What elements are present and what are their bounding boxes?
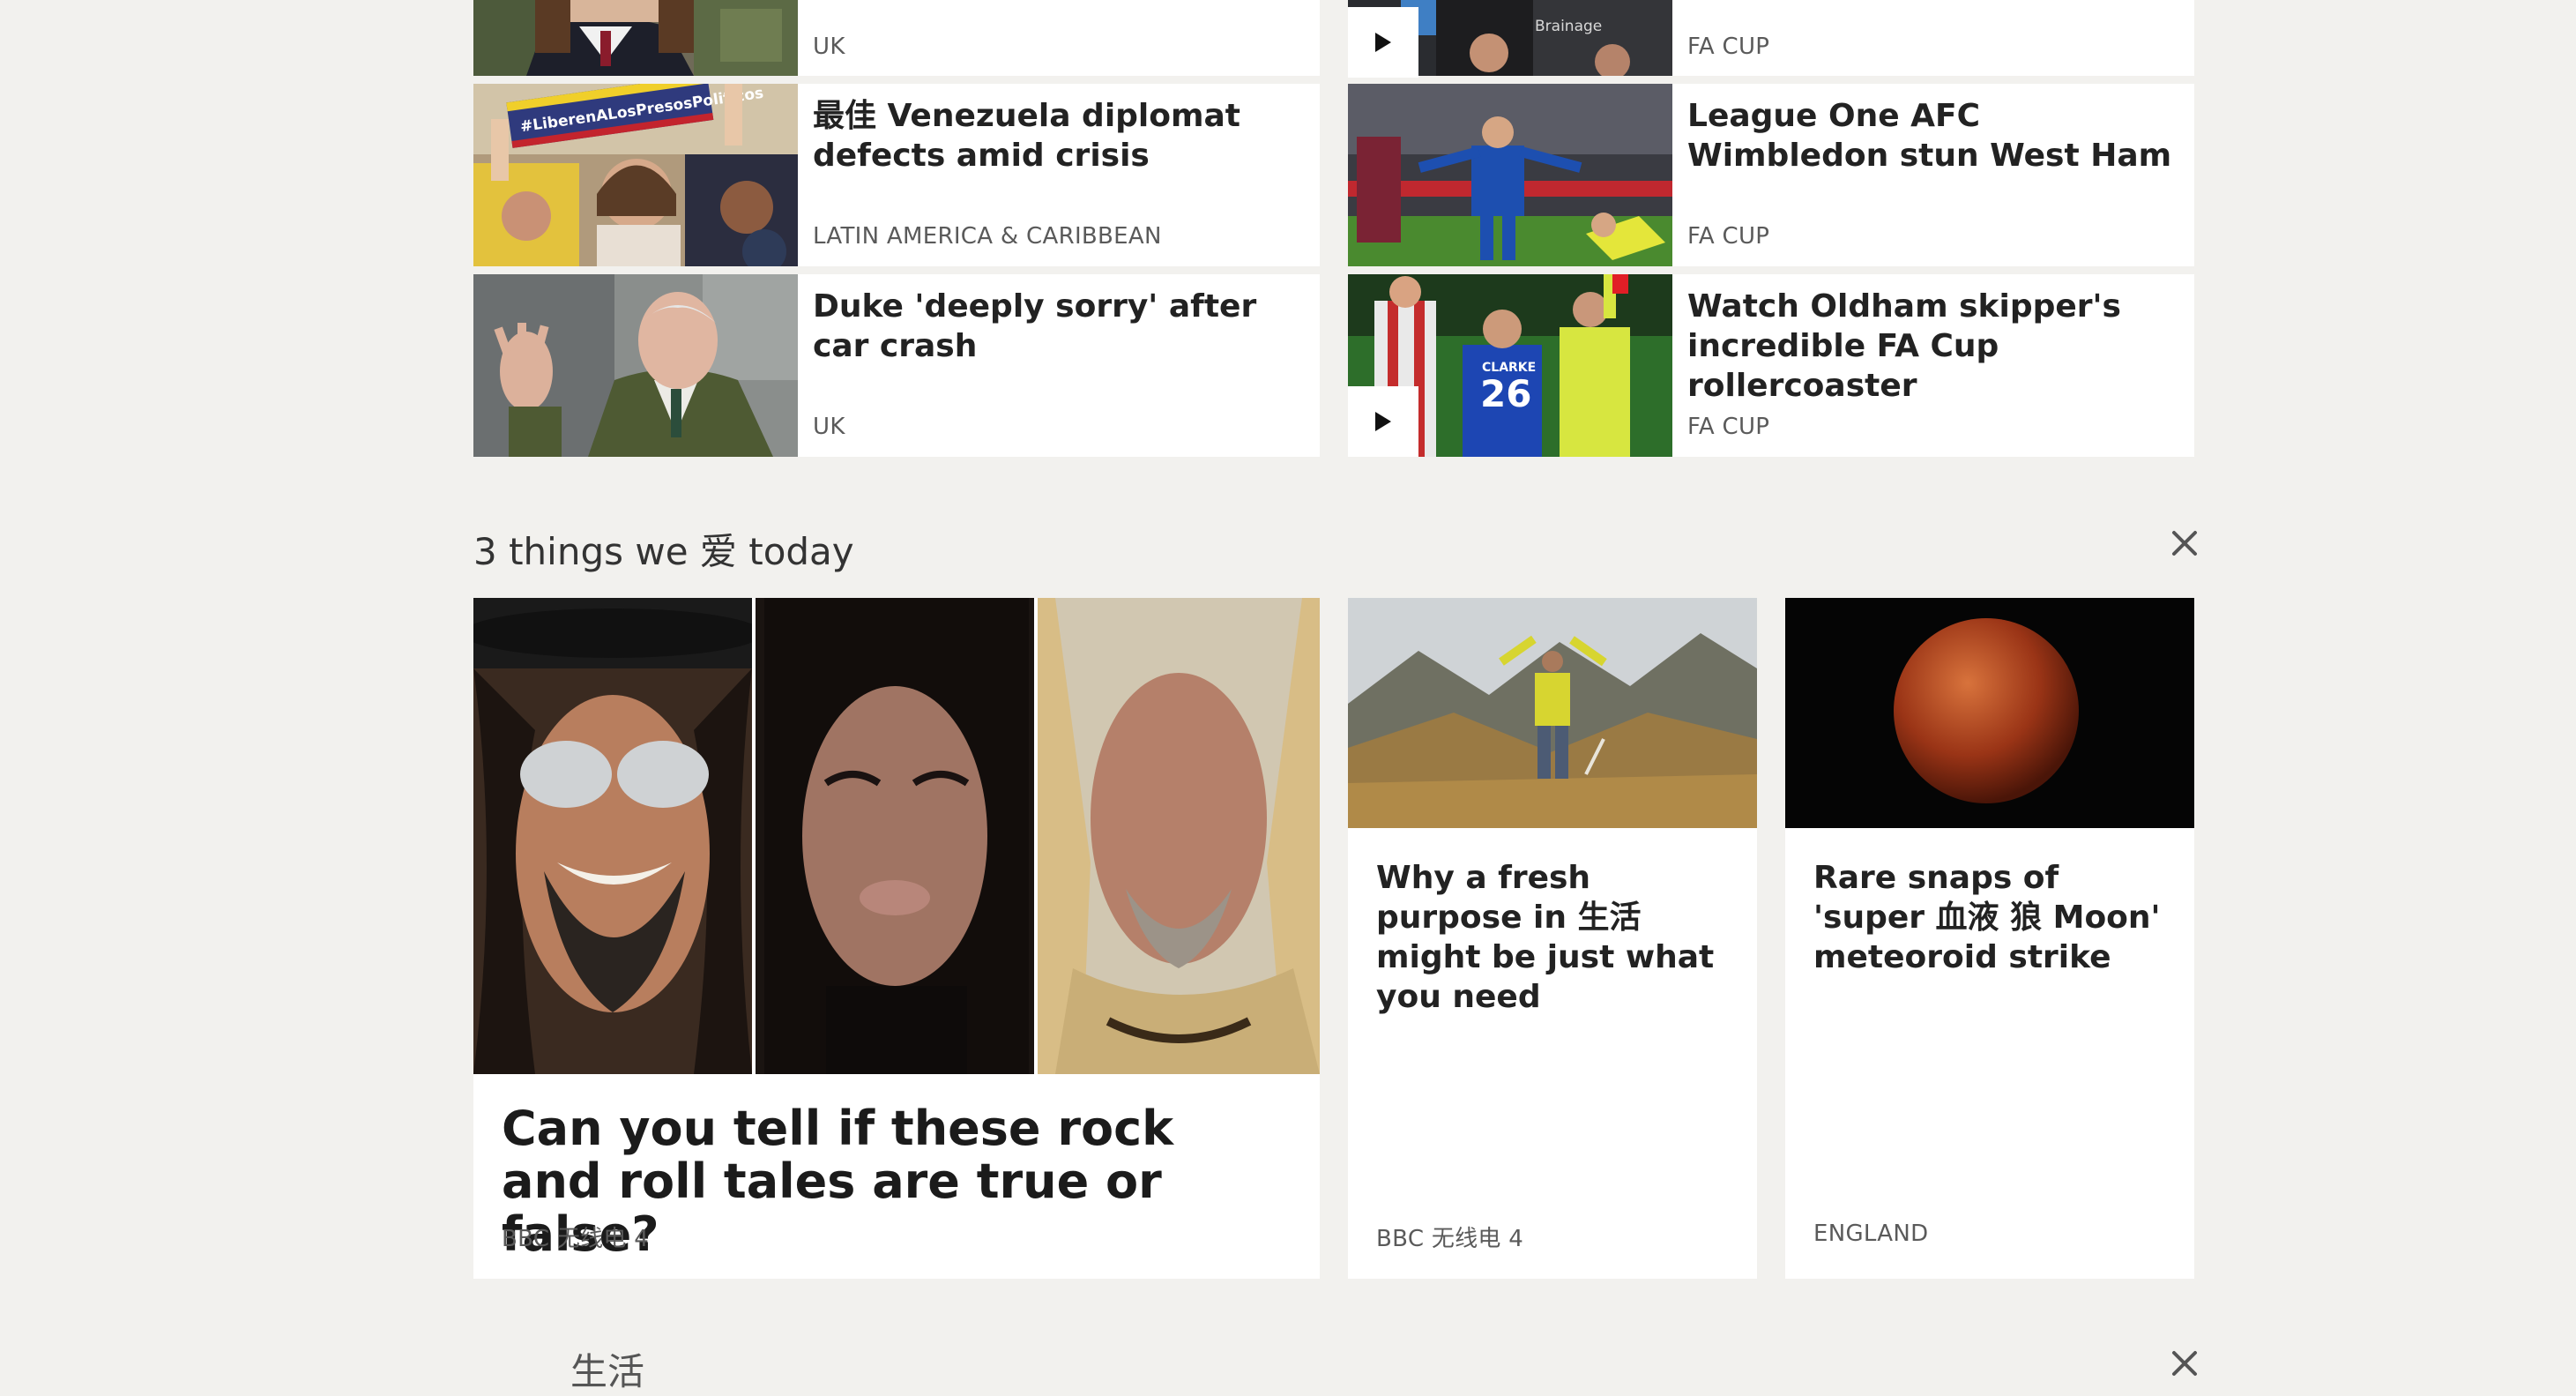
story-tag[interactable]: FA CUP [1687, 223, 1769, 250]
close-icon [2172, 1351, 2197, 1376]
feature-tag[interactable]: BBC 无线电 4 [502, 1221, 649, 1253]
mountain-valley-photo [1348, 598, 1757, 828]
story-card[interactable]: #LiberenALosPresosPoliticos 最佳 Venezuela… [473, 84, 1320, 266]
close-section-button[interactable] [2167, 526, 2202, 561]
feature-image [473, 598, 1320, 1074]
story-headline[interactable]: Watch Oldham skipper's incredible FA Cup… [1687, 287, 2181, 406]
story-thumbnail [473, 274, 798, 457]
feature-card[interactable]: Rare snaps of 'super 血液 狼 Moon' meteoroi… [1785, 598, 2194, 1279]
play-button[interactable] [1348, 7, 1418, 78]
story-card[interactable]: Brainage FA CUP [1348, 0, 2194, 78]
section-title: 3 things we 爱 today [473, 530, 854, 573]
play-icon [1375, 33, 1391, 52]
next-section-title-text: 生活 [570, 1350, 645, 1393]
story-tag[interactable]: UK [813, 34, 845, 60]
story-card[interactable]: League One AFC Wimbledon stun West Ham F… [1348, 84, 2194, 266]
story-headline[interactable]: 最佳 Venezuela diplomat defects amid crisi… [813, 96, 1307, 175]
story-tag[interactable]: FA CUP [1687, 34, 1769, 60]
close-icon [2172, 531, 2197, 556]
protest-photo: #LiberenALosPresosPoliticos [473, 84, 798, 266]
feature-headline[interactable]: Why a fresh purpose in 生活 might be just … [1376, 858, 1738, 1017]
blood-moon-photo [1785, 598, 2194, 828]
story-tag[interactable]: LATIN AMERICA & CARIBBEAN [813, 223, 1162, 250]
story-tag[interactable]: FA CUP [1687, 414, 1769, 440]
story-thumbnail [473, 0, 798, 76]
play-button[interactable] [1348, 386, 1418, 457]
story-card[interactable]: Duke 'deeply sorry' after car crash UK [473, 274, 1320, 457]
story-tag[interactable]: UK [813, 414, 845, 440]
feature-headline[interactable]: Rare snaps of 'super 血液 狼 Moon' meteoroi… [1813, 858, 2175, 977]
feature-card[interactable]: Why a fresh purpose in 生活 might be just … [1348, 598, 1757, 1279]
story-thumbnail [1348, 84, 1672, 266]
jersey-number: 26 [1480, 372, 1531, 415]
feature-image [1348, 598, 1757, 828]
feature-tag[interactable]: ENGLAND [1813, 1221, 1928, 1247]
wimbledon-celebration-photo [1348, 84, 1672, 266]
duke-photo [473, 274, 798, 457]
sponsor-text: Brainage [1535, 18, 1602, 35]
rock-stars-photo [473, 598, 1320, 1074]
story-headline[interactable]: Duke 'deeply sorry' after car crash [813, 287, 1307, 366]
next-section-title: 生活 [473, 1342, 644, 1396]
feature-tag[interactable]: BBC 无线电 4 [1376, 1221, 1523, 1253]
story-card[interactable]: 26 CLARKE Watch Oldham skipper's incredi… [1348, 274, 2194, 457]
story-thumbnail: #LiberenALosPresosPoliticos [473, 84, 798, 266]
story-card[interactable]: UK [473, 0, 1320, 76]
close-next-section-button[interactable] [2167, 1346, 2202, 1381]
jersey-name: CLARKE [1482, 361, 1536, 375]
schoolgirl-photo [473, 0, 798, 76]
story-headline[interactable]: League One AFC Wimbledon stun West Ham [1687, 96, 2181, 175]
feature-image [1785, 598, 2194, 828]
feature-card[interactable]: Can you tell if these rock and roll tale… [473, 598, 1320, 1279]
play-icon [1375, 412, 1391, 431]
